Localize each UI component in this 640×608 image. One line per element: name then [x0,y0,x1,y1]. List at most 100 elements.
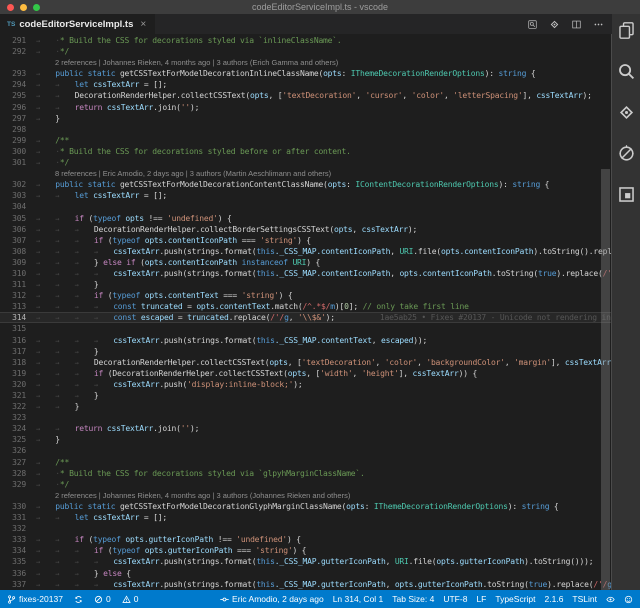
status-item-ln-314-col-1[interactable]: Ln 314, Col 1 [333,594,384,604]
line-number[interactable]: 321 [0,390,36,401]
line-number[interactable]: 322 [0,401,36,412]
line-number[interactable]: 319 [0,368,36,379]
status-item-0[interactable]: 0 [94,594,111,604]
status-item-sync[interactable] [74,595,83,604]
status-item-fixes-20137[interactable]: fixes-20137 [7,594,63,604]
line-number[interactable]: 296 [0,102,36,113]
code-line[interactable]: 320→→→→cssTextArr.push('display:inline-b… [0,379,611,390]
code-line[interactable]: 319→→→if (DecorationRenderHelper.collect… [0,368,611,379]
code-line[interactable]: 293→public static getCSSTextForModelDeco… [0,68,611,79]
line-number[interactable] [0,57,36,68]
line-number[interactable]: 337 [0,579,36,590]
code-line[interactable]: 309→→→} else if (opts.contentIconPath in… [0,257,611,268]
status-item-eye[interactable] [606,595,615,604]
code-line[interactable]: 337→→→→cssTextArr.push(strings.format(th… [0,579,611,590]
line-number[interactable]: 334 [0,545,36,556]
code-line[interactable]: 292→·*/ [0,46,611,57]
tab-codeeditorserviceimpl[interactable]: TS codeEditorServiceImpl.ts × [0,14,155,34]
line-number[interactable]: 316 [0,335,36,346]
editor-scrollbar[interactable] [601,169,610,590]
code-line[interactable]: 330→public static getCSSTextForModelDeco… [0,501,611,512]
code-line[interactable]: 304 [0,201,611,212]
code-line[interactable]: 323 [0,412,611,423]
code-line[interactable]: 291→·* Build the CSS for decorations sty… [0,35,611,46]
code-line[interactable]: 297→} [0,113,611,124]
status-item-tab-size-4[interactable]: Tab Size: 4 [392,594,434,604]
line-number[interactable]: 292 [0,46,36,57]
line-number[interactable]: 302 [0,179,36,190]
line-number[interactable]: 309 [0,257,36,268]
status-item-tslint[interactable]: TSLint [572,594,597,604]
gitlens-icon[interactable] [549,19,560,30]
line-number[interactable]: 301 [0,157,36,168]
code-line[interactable]: 305→→if (typeof opts !== 'undefined') { [0,213,611,224]
code-line[interactable]: 327→/** [0,457,611,468]
code-line[interactable]: 322→→} [0,401,611,412]
line-number[interactable]: 327 [0,457,36,468]
code-line[interactable]: 315 [0,323,611,334]
status-item-2-1-6[interactable]: 2.1.6 [545,594,564,604]
line-number[interactable]: 315 [0,323,36,334]
code-line[interactable]: 325→} [0,434,611,445]
status-item-smiley[interactable] [624,595,633,604]
code-line[interactable]: 336→→→} else { [0,568,611,579]
line-number[interactable]: 295 [0,90,36,101]
code-line[interactable]: 328→·* Build the CSS for decorations sty… [0,468,611,479]
code-line[interactable]: 329→·*/ [0,479,611,490]
code-editor[interactable]: 291→·* Build the CSS for decorations sty… [0,34,612,590]
line-number[interactable]: 304 [0,201,36,212]
code-line[interactable]: 324→→return cssTextArr.join(''); [0,423,611,434]
files-icon[interactable] [617,21,636,40]
codelens-line[interactable]: 8 references | Eric Amodio, 2 days ago |… [0,168,611,179]
more-actions-icon[interactable] [593,19,604,30]
line-number[interactable]: 311 [0,279,36,290]
search-icon[interactable] [617,62,636,81]
line-number[interactable]: 330 [0,501,36,512]
code-line[interactable]: 331→→let cssTextArr = []; [0,512,611,523]
line-number[interactable]: 324 [0,423,36,434]
line-number[interactable]: 306 [0,224,36,235]
codelens-line[interactable]: 2 references | Johannes Rieken, 4 months… [0,57,611,68]
codelens-text[interactable]: 2 references | Johannes Rieken, 4 months… [36,490,611,501]
code-line[interactable]: 306→→→DecorationRenderHelper.collectBord… [0,224,611,235]
line-number[interactable]: 313 [0,301,36,312]
split-editor-icon[interactable] [571,19,582,30]
line-number[interactable]: 300 [0,146,36,157]
line-number[interactable]: 297 [0,113,36,124]
line-number[interactable]: 310 [0,268,36,279]
codelens-text[interactable]: 8 references | Eric Amodio, 2 days ago |… [36,168,611,179]
code-line[interactable]: 300→·* Build the CSS for decorations sty… [0,146,611,157]
line-number[interactable] [0,168,36,179]
code-line[interactable]: 335→→→→cssTextArr.push(strings.format(th… [0,556,611,567]
code-line[interactable]: 321→→→} [0,390,611,401]
codelens-text[interactable]: 2 references | Johannes Rieken, 4 months… [36,57,611,68]
line-number[interactable]: 305 [0,213,36,224]
line-number[interactable]: 293 [0,68,36,79]
status-item-eric-amodio-2-days-ago[interactable]: Eric Amodio, 2 days ago [220,594,324,604]
tab-close-icon[interactable]: × [140,19,146,30]
code-line[interactable]: 316→→→→cssTextArr.push(strings.format(th… [0,335,611,346]
line-number[interactable]: 332 [0,523,36,534]
line-number[interactable]: 335 [0,556,36,567]
code-line[interactable]: 332 [0,523,611,534]
line-number[interactable]: 333 [0,534,36,545]
line-number[interactable]: 298 [0,124,36,135]
line-number[interactable]: 336 [0,568,36,579]
line-number[interactable]: 308 [0,246,36,257]
line-number[interactable]: 294 [0,79,36,90]
code-line[interactable]: 314→→→→const escaped = truncated.replace… [0,312,611,323]
code-line[interactable]: 318→→→DecorationRenderHelper.collectCSST… [0,357,611,368]
line-number[interactable]: 320 [0,379,36,390]
line-number[interactable]: 303 [0,190,36,201]
line-number[interactable]: 328 [0,468,36,479]
status-item-typescript[interactable]: TypeScript [495,594,535,604]
line-number[interactable]: 318 [0,357,36,368]
gitlens-icon[interactable] [617,103,636,122]
line-number[interactable]: 314 [0,312,36,323]
line-number[interactable]: 323 [0,412,36,423]
line-number[interactable]: 317 [0,346,36,357]
code-line[interactable]: 311→→→} [0,279,611,290]
line-number[interactable]: 325 [0,434,36,445]
code-line[interactable]: 333→→if (typeof opts.gutterIconPath !== … [0,534,611,545]
code-line[interactable]: 295→→DecorationRenderHelper.collectCSSTe… [0,90,611,101]
